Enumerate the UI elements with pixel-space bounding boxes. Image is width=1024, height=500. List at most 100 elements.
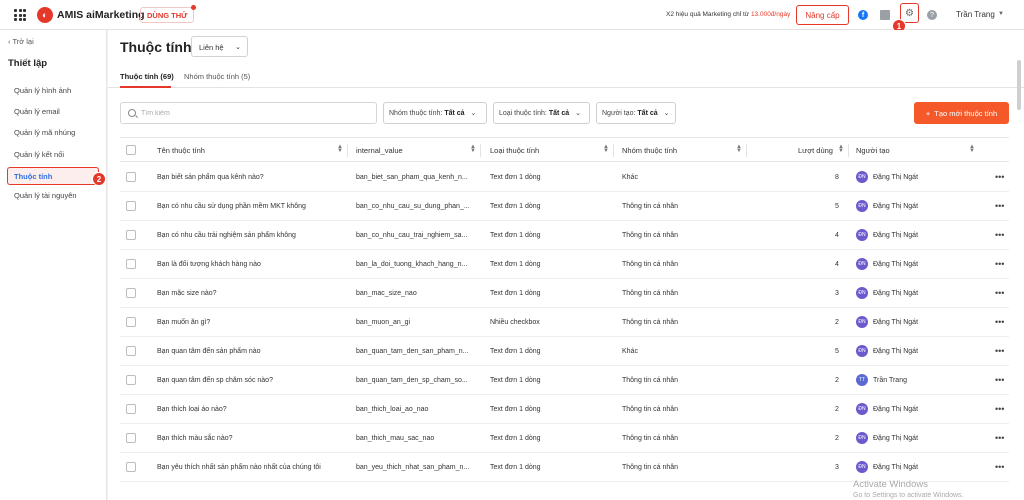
sidebar-item-resources[interactable]: Quản lý tài nguyên — [14, 191, 77, 200]
table-row[interactable]: Bạn biết sản phẩm qua kênh nào? ban_biet_… — [120, 163, 1009, 192]
row-checkbox[interactable] — [126, 375, 136, 385]
attribute-name[interactable]: Bạn muốn ăn gì? — [157, 319, 210, 326]
grid-menu-icon[interactable] — [14, 9, 26, 21]
filter-creator[interactable]: Người tạo: Tất cả ⌄ — [596, 102, 676, 124]
table-row[interactable]: Bạn thích loại áo nào? ban_thich_loai_ao_… — [120, 395, 1009, 424]
trial-badge[interactable]: DÙNG THỬ — [140, 5, 197, 23]
attribute-name[interactable]: Bạn quan tâm đến sp chăm sóc nào? — [157, 377, 273, 384]
table-row[interactable]: Bạn thích màu sắc nào? ban_thich_mau_sac_… — [120, 424, 1009, 453]
chevron-down-icon: ⌄ — [663, 110, 670, 117]
more-options-icon[interactable]: ••• — [995, 375, 1004, 385]
table-row[interactable]: Bạn có nhu cầu sử dụng phần mềm MKT khôn… — [120, 192, 1009, 221]
sort-icon[interactable]: ▲ ▼ — [337, 144, 343, 154]
row-checkbox[interactable] — [126, 462, 136, 472]
attribute-name[interactable]: Bạn có nhu cầu trải nghiệm sản phẩm khôn… — [157, 232, 296, 239]
scrollbar[interactable] — [1017, 60, 1021, 110]
plus-icon: + — [925, 108, 931, 118]
attribute-name[interactable]: Bạn thích loại áo nào? — [157, 406, 227, 413]
more-options-icon[interactable]: ••• — [995, 462, 1004, 472]
user-name[interactable]: Trần Trang — [956, 10, 995, 19]
tab-attributes[interactable]: Thuộc tính (69) — [120, 72, 174, 81]
attribute-name[interactable]: Bạn có nhu cầu sử dụng phần mềm MKT khôn… — [157, 203, 306, 210]
row-checkbox[interactable] — [126, 230, 136, 240]
section-title: Thiết lập — [8, 58, 48, 69]
filter-attribute-type[interactable]: Loại thuộc tính: Tất cả ⌄ — [493, 102, 590, 124]
help-icon[interactable]: ? — [927, 10, 937, 20]
sort-icon[interactable]: ▲ ▼ — [838, 144, 844, 154]
upgrade-button[interactable]: Nâng cấp — [796, 5, 849, 25]
creator-name: Đặng Thị Ngát — [873, 290, 919, 297]
attribute-name[interactable]: Bạn quan tâm đến sản phẩm nào — [157, 348, 261, 355]
table-row[interactable]: Bạn quan tâm đến sp chăm sóc nào? ban_qua… — [120, 366, 1009, 395]
row-checkbox[interactable] — [126, 404, 136, 414]
column-header-group[interactable]: Nhóm thuộc tính — [622, 146, 677, 155]
column-header-usage[interactable]: Lượt dùng — [798, 146, 833, 155]
back-label: Trở lại — [12, 37, 34, 46]
row-checkbox[interactable] — [126, 201, 136, 211]
attribute-name[interactable]: Bạn thích màu sắc nào? — [157, 435, 233, 442]
column-header-type[interactable]: Loại thuộc tính — [490, 146, 539, 155]
app-logo[interactable]: ◐ AMIS aiMarketing — [37, 7, 145, 23]
column-header-internal-value[interactable]: internal_value — [356, 146, 403, 155]
sidebar-item-connections[interactable]: Quản lý kết nối — [14, 150, 64, 159]
internal-value: ban_quan_tam_den_san_pham_n... — [356, 348, 469, 355]
caret-down-icon[interactable]: ▼ — [998, 11, 1004, 17]
column-header-name[interactable]: Tên thuộc tính — [157, 146, 205, 155]
more-options-icon[interactable]: ••• — [995, 433, 1004, 443]
sidebar-item-embed-code[interactable]: Quản lý mã nhúng — [14, 128, 75, 137]
table-row[interactable]: Bạn muốn ăn gì? ban_muon_an_gi Nhiều check… — [120, 308, 1009, 337]
row-checkbox[interactable] — [126, 288, 136, 298]
column-header-creator[interactable]: Người tạo — [856, 146, 890, 155]
table-row[interactable]: Bạn quan tâm đến sản phẩm nào ban_quan_ta… — [120, 337, 1009, 366]
watermark-subtitle: Go to Settings to activate Windows. — [853, 492, 964, 499]
more-options-icon[interactable]: ••• — [995, 346, 1004, 356]
select-all-checkbox[interactable] — [126, 145, 136, 155]
sort-icon[interactable]: ▲ ▼ — [969, 144, 975, 154]
tab-attribute-groups[interactable]: Nhóm thuộc tính (5) — [184, 72, 250, 81]
sort-icon[interactable]: ▲ ▼ — [603, 144, 609, 154]
sort-icon[interactable]: ▲ ▼ — [470, 144, 476, 154]
filter-attribute-group[interactable]: Nhóm thuộc tính: Tất cả ⌄ — [383, 102, 487, 124]
back-link[interactable]: ‹ Trở lại — [8, 37, 34, 46]
chevron-down-icon: ⌄ — [575, 110, 581, 117]
create-attribute-button[interactable]: + Tạo mới thuộc tính — [914, 102, 1009, 124]
internal-value: ban_co_nhu_cau_trai_nghiem_sa... — [356, 232, 468, 239]
attribute-name[interactable]: Bạn mặc size nào? — [157, 290, 217, 297]
usage-count: 2 — [835, 406, 839, 413]
sidebar-item-images[interactable]: Quản lý hình ảnh — [14, 86, 71, 95]
avatar: ĐN — [856, 200, 868, 212]
more-options-icon[interactable]: ••• — [995, 404, 1004, 414]
more-options-icon[interactable]: ••• — [995, 317, 1004, 327]
row-checkbox[interactable] — [126, 433, 136, 443]
table-row[interactable]: Bạn là đối tượng khách hàng nào ban_la_do… — [120, 250, 1009, 279]
box-icon[interactable] — [880, 10, 890, 20]
more-options-icon[interactable]: ••• — [995, 230, 1004, 240]
attribute-type: Nhiều checkbox — [490, 319, 540, 326]
sidebar-item-email[interactable]: Quản lý email — [14, 107, 60, 116]
search-input[interactable] — [141, 107, 371, 120]
column-divider — [347, 144, 348, 157]
object-select[interactable]: Liên hệ ⌄ — [191, 36, 248, 57]
more-options-icon[interactable]: ••• — [995, 259, 1004, 269]
table-row[interactable]: Bạn mặc size nào? ban_mac_size_nao Text đơ… — [120, 279, 1009, 308]
attribute-name[interactable]: Bạn yêu thích nhất sản phẩm nào nhất của… — [157, 464, 321, 471]
sort-icon[interactable]: ▲ ▼ — [736, 144, 742, 154]
table-row[interactable]: Bạn có nhu cầu trải nghiệm sản phẩm khôn… — [120, 221, 1009, 250]
row-checkbox[interactable] — [126, 172, 136, 182]
search-box[interactable] — [120, 102, 377, 124]
chevron-down-icon: ⌄ — [235, 44, 241, 51]
internal-value: ban_biet_san_pham_qua_kenh_n... — [356, 174, 468, 181]
facebook-icon[interactable]: f — [858, 10, 868, 20]
row-checkbox[interactable] — [126, 346, 136, 356]
creator-name: Trần Trang — [873, 377, 907, 384]
more-options-icon[interactable]: ••• — [995, 172, 1004, 182]
attribute-name[interactable]: Bạn là đối tượng khách hàng nào — [157, 261, 261, 268]
sidebar-item-attributes[interactable]: Thuộc tính — [7, 167, 99, 185]
more-options-icon[interactable]: ••• — [995, 201, 1004, 211]
usage-count: 4 — [835, 261, 839, 268]
row-checkbox[interactable] — [126, 317, 136, 327]
more-options-icon[interactable]: ••• — [995, 288, 1004, 298]
table-row[interactable]: Bạn yêu thích nhất sản phẩm nào nhất của… — [120, 453, 1009, 482]
row-checkbox[interactable] — [126, 259, 136, 269]
attribute-name[interactable]: Bạn biết sản phẩm qua kênh nào? — [157, 174, 264, 181]
